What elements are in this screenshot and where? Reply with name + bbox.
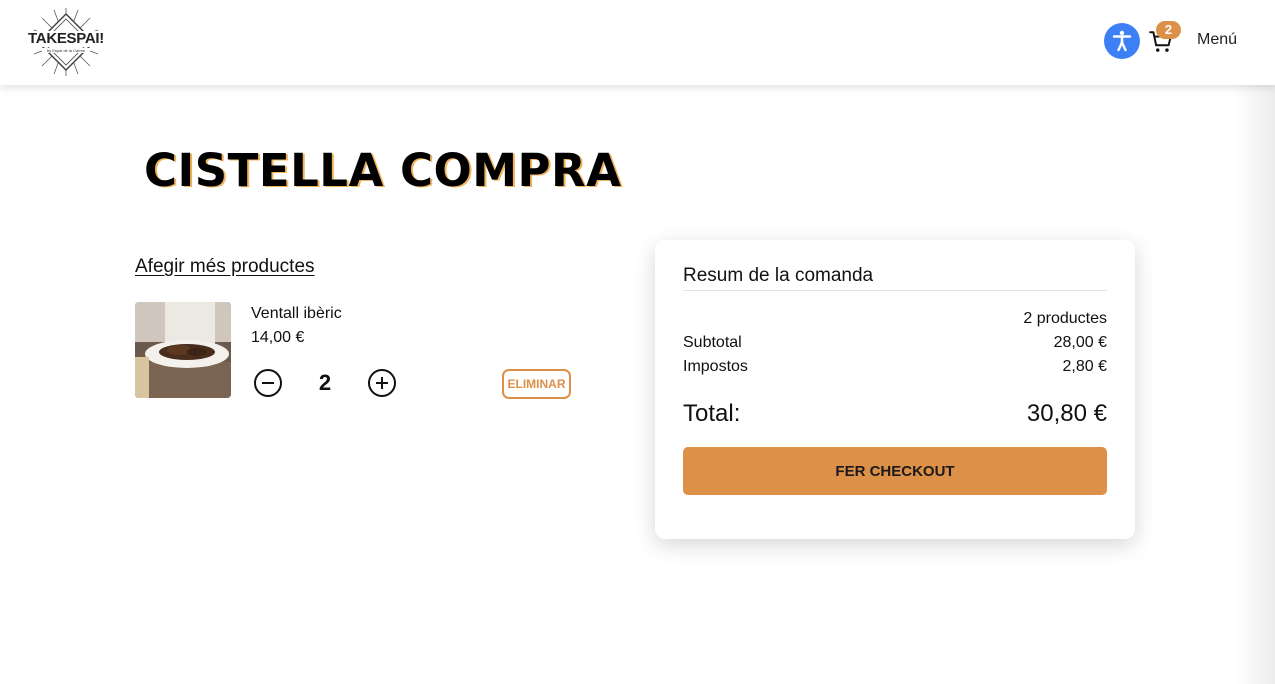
order-summary-title: Resum de la comanda bbox=[683, 265, 874, 286]
product-count: 2 productes bbox=[1023, 310, 1107, 327]
plus-circle-icon bbox=[368, 369, 396, 397]
subtotal-row: Subtotal 28,00 € bbox=[683, 334, 1107, 352]
total-row: Total: 30,80 € bbox=[683, 400, 1107, 428]
cart-count-badge: 2 bbox=[1156, 21, 1181, 39]
checkout-button[interactable]: FER CHECKOUT bbox=[683, 447, 1107, 495]
summary-divider bbox=[683, 290, 1107, 291]
menu-link[interactable]: Menú bbox=[1197, 31, 1237, 49]
subtotal-value: 28,00 € bbox=[1053, 334, 1107, 351]
quantity-value: 2 bbox=[318, 370, 332, 395]
total-label: Total: bbox=[683, 400, 741, 427]
scroll-edge-shadow bbox=[1235, 85, 1275, 684]
logo-text: TAKESPAI! bbox=[23, 31, 109, 47]
increase-quantity-button[interactable] bbox=[367, 368, 397, 398]
site-header: TAKESPAI! by Espai de la Carme 2 Menú bbox=[0, 0, 1275, 85]
product-image bbox=[135, 302, 231, 398]
minus-circle-icon bbox=[254, 369, 282, 397]
tax-value: 2,80 € bbox=[1062, 358, 1107, 375]
takespai-logo[interactable]: TAKESPAI! by Espai de la Carme bbox=[22, 6, 110, 78]
remove-item-button[interactable]: ELIMINAR bbox=[502, 369, 571, 399]
logo-subtitle: by Espai de la Carme bbox=[42, 48, 90, 53]
page-title: CISTELLA COMPRA bbox=[144, 144, 622, 197]
accessibility-icon bbox=[1112, 30, 1132, 52]
total-value: 30,80 € bbox=[1026, 400, 1107, 427]
product-price: 14,00 € bbox=[251, 329, 305, 346]
subtotal-label: Subtotal bbox=[683, 334, 742, 351]
decrease-quantity-button[interactable] bbox=[253, 368, 283, 398]
add-more-products-link[interactable]: Afegir més productes bbox=[135, 256, 315, 278]
tax-label: Impostos bbox=[683, 358, 748, 375]
tax-row: Impostos 2,80 € bbox=[683, 358, 1107, 376]
accessibility-button[interactable] bbox=[1104, 23, 1140, 59]
order-summary-card: Resum de la comanda 2 productes Subtotal… bbox=[655, 240, 1135, 539]
product-name: Ventall ibèric bbox=[251, 305, 342, 322]
